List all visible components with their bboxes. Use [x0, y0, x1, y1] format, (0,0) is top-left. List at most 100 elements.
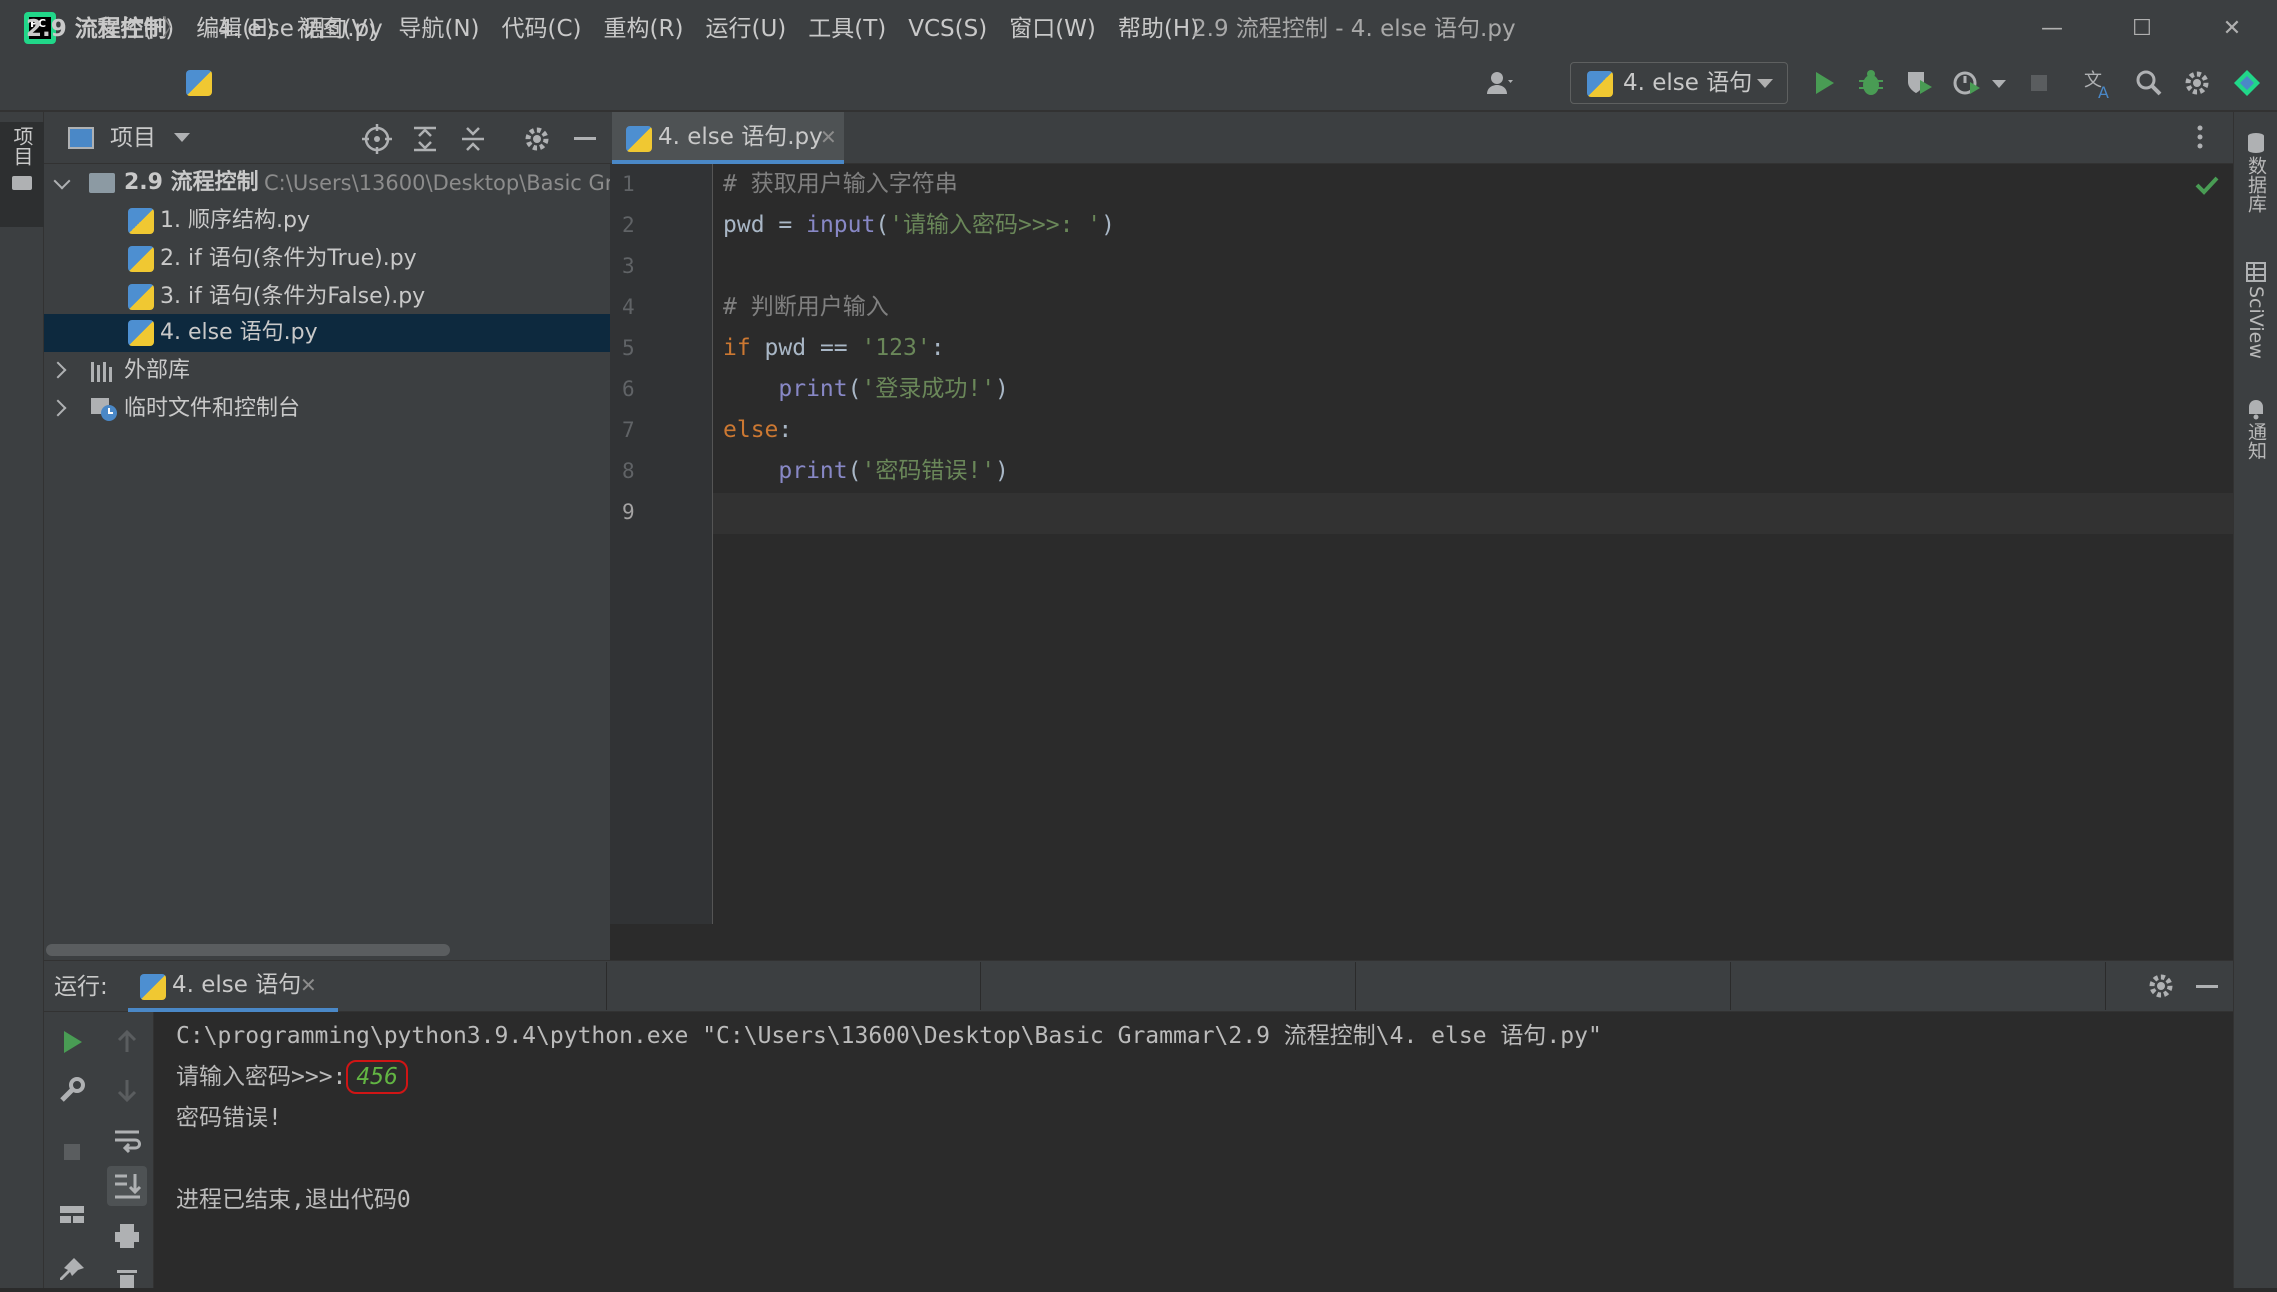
locate-target-icon[interactable]: [360, 122, 394, 156]
chevron-down-icon[interactable]: [174, 133, 190, 142]
run-icon[interactable]: [1806, 66, 1840, 100]
hide-panel-icon[interactable]: [574, 137, 596, 140]
jetbrains-toolbox-icon[interactable]: [2230, 66, 2264, 100]
run-configuration-label: 4. else 语句: [1623, 70, 1753, 96]
file-name: 3. if 语句(条件为False).py: [160, 284, 426, 309]
horizontal-scrollbar[interactable]: [46, 944, 450, 956]
run-panel-label: 运行:: [54, 974, 108, 1000]
soft-wrap-icon[interactable]: [111, 1124, 143, 1156]
user-icon[interactable]: [1484, 66, 1518, 100]
line-number: 1: [622, 172, 635, 196]
code-line-7: else:: [723, 410, 792, 451]
tree-row-external-libraries[interactable]: 外部库: [44, 352, 610, 390]
code-text: (: [847, 376, 862, 402]
sciview-icon: [2246, 262, 2266, 282]
divider: [1730, 962, 1731, 1010]
menu-tools[interactable]: 工具(T): [797, 12, 897, 46]
editor-tab-active[interactable]: 4. else 语句.py ✕: [612, 112, 844, 164]
profile-icon[interactable]: [1950, 66, 1984, 100]
stop-icon[interactable]: [58, 1138, 86, 1166]
sciview-tool-button[interactable]: SciView: [2244, 286, 2268, 359]
close-tab-icon[interactable]: ✕: [820, 122, 837, 152]
chevron-down-icon: [1757, 79, 1773, 88]
database-tool-button[interactable]: 数据库: [2244, 156, 2268, 213]
menu-vcs[interactable]: VCS(S): [897, 12, 998, 46]
chevron-down-icon[interactable]: [53, 172, 71, 190]
project-tool-window-button[interactable]: 项目: [10, 126, 34, 166]
divider: [1355, 962, 1356, 1010]
wrench-icon[interactable]: [56, 1074, 88, 1106]
code-line-6: print('登录成功!'): [723, 369, 1009, 410]
expand-all-icon[interactable]: [408, 122, 442, 156]
code-keyword: if: [723, 335, 751, 361]
close-tab-icon[interactable]: ✕: [300, 970, 317, 1000]
settings-gear-icon[interactable]: [2180, 66, 2214, 100]
tree-row-scratches[interactable]: 临时文件和控制台: [44, 390, 610, 428]
editor-tab-label: 4. else 语句.py: [658, 124, 823, 150]
console-command-line: C:\programming\python3.9.4\python.exe "C…: [176, 1023, 1602, 1049]
library-icon: [90, 360, 114, 382]
layout-icon[interactable]: [56, 1198, 88, 1230]
coverage-icon[interactable]: [1902, 66, 1936, 100]
stop-icon[interactable]: [2022, 66, 2056, 100]
more-run-options-chevron-icon[interactable]: [1992, 80, 2006, 88]
rerun-icon[interactable]: [56, 1026, 88, 1058]
code-line-1: # 获取用户输入字符串: [723, 164, 958, 205]
more-options-icon[interactable]: [2196, 122, 2204, 152]
run-tab-label: 4. else 语句: [172, 972, 302, 998]
debug-icon[interactable]: [1854, 66, 1888, 100]
trash-icon[interactable]: [111, 1268, 143, 1288]
arrow-down-icon[interactable]: [111, 1074, 143, 1106]
inspection-ok-checkmark-icon[interactable]: [2194, 172, 2220, 198]
tree-row-file[interactable]: 2. if 语句(条件为True).py: [44, 240, 610, 278]
database-icon: [2246, 132, 2266, 154]
chevron-right-icon[interactable]: [49, 399, 67, 417]
breadcrumb-project[interactable]: 2.9 流程控制: [26, 12, 167, 46]
code-editor[interactable]: [713, 164, 2233, 924]
code-text: (: [847, 458, 862, 484]
maximize-button[interactable]: ☐: [2122, 14, 2162, 44]
code-string: '登录成功!': [861, 376, 996, 402]
tree-row-file[interactable]: 3. if 语句(条件为False).py: [44, 278, 610, 316]
pin-icon[interactable]: [56, 1254, 88, 1286]
line-number: 2: [622, 213, 635, 237]
code-text: ): [995, 376, 1009, 402]
console-user-input: 456: [346, 1060, 408, 1094]
search-icon[interactable]: [2132, 66, 2166, 100]
chevron-right-icon[interactable]: [49, 361, 67, 379]
hide-panel-icon[interactable]: [2196, 985, 2218, 988]
project-view-title[interactable]: 项目: [110, 121, 156, 155]
print-icon[interactable]: [111, 1220, 143, 1252]
code-text: ): [1101, 212, 1115, 238]
code-text: (: [875, 212, 890, 238]
menu-navigate[interactable]: 导航(N): [387, 12, 490, 46]
arrow-up-icon[interactable]: [111, 1026, 143, 1058]
line-number: 8: [622, 459, 635, 483]
settings-gear-icon[interactable]: [2144, 969, 2178, 1003]
run-configuration-dropdown[interactable]: 4. else 语句: [1570, 62, 1788, 104]
python-file-icon: [128, 208, 154, 234]
minimize-button[interactable]: —: [2032, 14, 2072, 44]
menu-code[interactable]: 代码(C): [491, 12, 593, 46]
run-tab-active[interactable]: 4. else 语句 ✕: [128, 960, 338, 1012]
scroll-to-end-icon[interactable]: [107, 1166, 147, 1206]
tree-row-project-root[interactable]: 2.9 流程控制 C:\Users\13600\Desktop\Basic Gr: [44, 164, 614, 202]
collapse-all-icon[interactable]: [456, 122, 490, 156]
tree-row-file[interactable]: 1. 顺序结构.py: [44, 202, 610, 240]
menu-window[interactable]: 窗口(W): [998, 12, 1107, 46]
notifications-tool-button[interactable]: 通知: [2244, 422, 2268, 460]
close-button[interactable]: ✕: [2212, 14, 2252, 44]
console-prompt: 请输入密码>>>:: [176, 1064, 347, 1090]
code-line-2: pwd = input('请输入密码>>>: '): [723, 205, 1115, 246]
tree-row-file-selected[interactable]: 4. else 语句.py: [44, 314, 610, 352]
code-string: '请输入密码>>>: ': [889, 212, 1102, 238]
translate-icon[interactable]: 文A: [2082, 66, 2116, 102]
settings-gear-icon[interactable]: [520, 122, 554, 156]
breadcrumb-file[interactable]: 4. else 语句.py: [218, 12, 383, 46]
project-root-path: C:\Users\13600\Desktop\Basic Gr: [264, 171, 614, 195]
line-number: 3: [622, 254, 635, 278]
line-number-current: 9: [622, 500, 635, 524]
menu-run[interactable]: 运行(U): [694, 12, 797, 46]
editor-tab-bar: [610, 112, 2233, 164]
menu-refactor[interactable]: 重构(R): [593, 12, 695, 46]
